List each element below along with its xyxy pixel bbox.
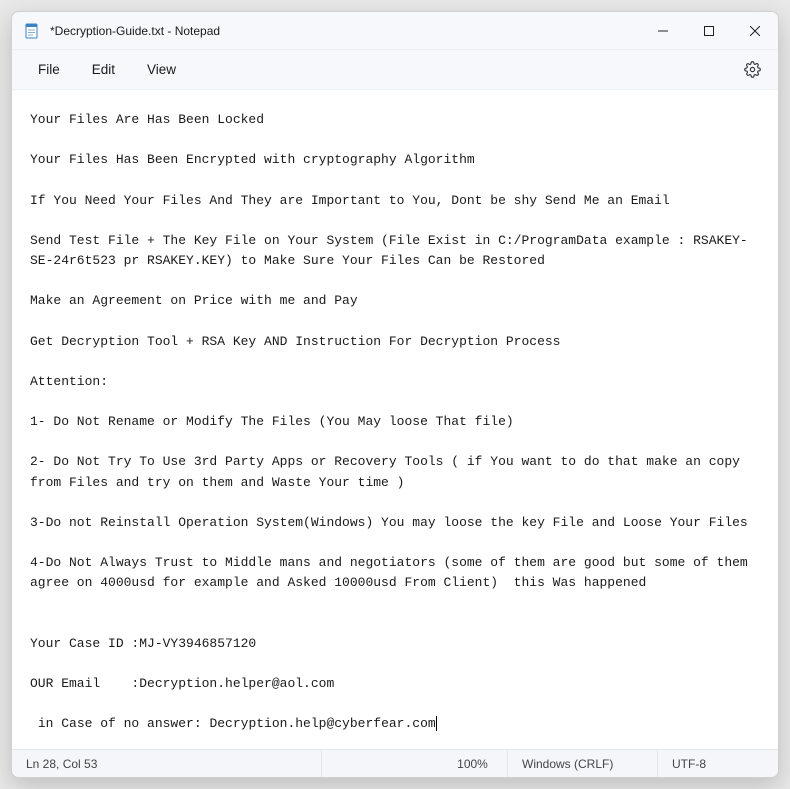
status-zoom[interactable]: 100%	[438, 750, 508, 777]
menu-file[interactable]: File	[22, 56, 76, 83]
statusbar: Ln 28, Col 53 100% Windows (CRLF) UTF-8	[12, 749, 778, 777]
menubar: File Edit View	[12, 50, 778, 90]
notepad-icon	[24, 23, 40, 39]
status-lineending[interactable]: Windows (CRLF)	[508, 750, 658, 777]
maximize-button[interactable]	[686, 12, 732, 49]
text-caret	[436, 716, 437, 731]
editor-content: Your Files Are Has Been Locked Your File…	[30, 112, 756, 731]
menu-view[interactable]: View	[131, 56, 192, 83]
close-button[interactable]	[732, 12, 778, 49]
notepad-window: *Decryption-Guide.txt - Notepad File Edi…	[11, 11, 779, 778]
window-title: *Decryption-Guide.txt - Notepad	[50, 24, 640, 38]
titlebar[interactable]: *Decryption-Guide.txt - Notepad	[12, 12, 778, 50]
minimize-button[interactable]	[640, 12, 686, 49]
text-editor[interactable]: Your Files Are Has Been Locked Your File…	[12, 90, 778, 749]
status-encoding[interactable]: UTF-8	[658, 750, 778, 777]
menu-edit[interactable]: Edit	[76, 56, 131, 83]
window-controls	[640, 12, 778, 49]
status-position[interactable]: Ln 28, Col 53	[12, 750, 322, 777]
settings-button[interactable]	[736, 54, 768, 86]
